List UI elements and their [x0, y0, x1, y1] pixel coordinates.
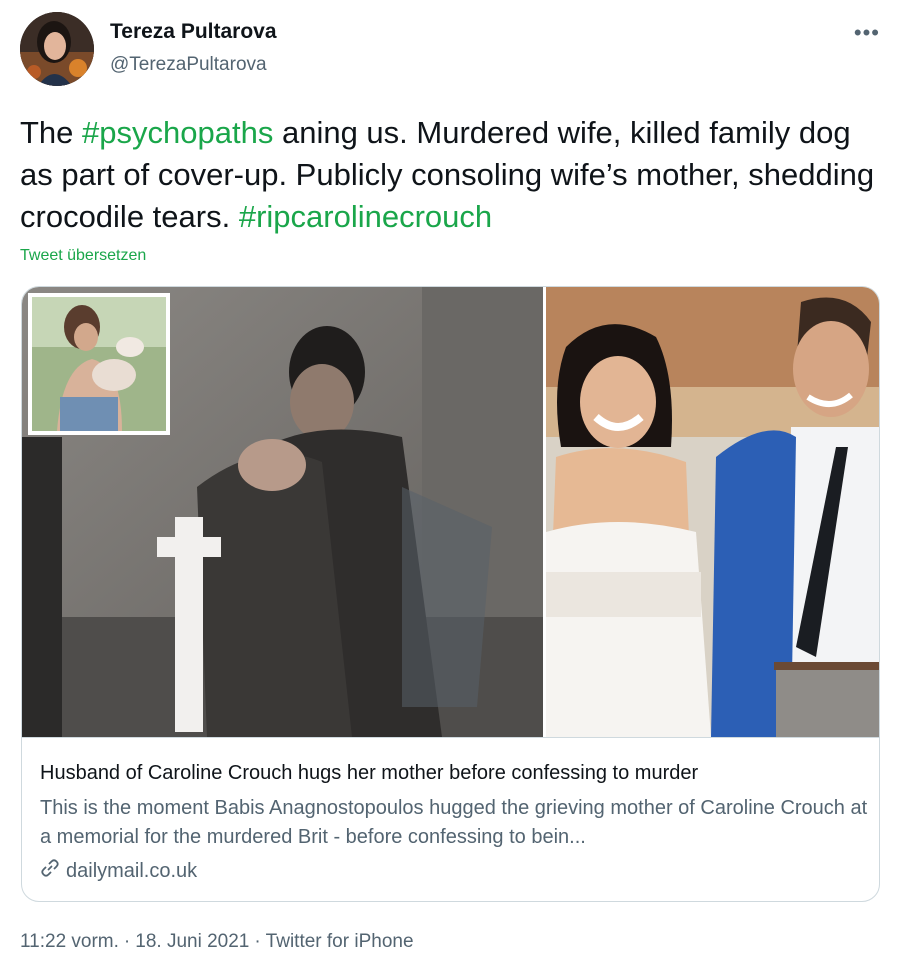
more-icon[interactable]: •••: [854, 20, 880, 46]
tweet-source[interactable]: Twitter for iPhone: [266, 931, 414, 952]
link-card-body[interactable]: Husband of Caroline Crouch hugs her moth…: [22, 737, 879, 901]
link-card-description[interactable]: This is the moment Babis Anagnostopoulos…: [40, 794, 870, 852]
meta-separator: ·: [123, 931, 131, 952]
link-card-image[interactable]: [22, 287, 879, 737]
translate-tweet-link[interactable]: Tweet übersetzen: [20, 247, 146, 265]
tweet-text-part: The: [20, 115, 83, 150]
memorial-hug-photo: [22, 287, 543, 737]
link-card[interactable]: Husband of Caroline Crouch hugs her moth…: [21, 286, 880, 902]
tweet-text: The #psychopaths aning us. Murdered wife…: [20, 112, 880, 238]
hashtag-link[interactable]: #ripcarolinecrouch: [239, 199, 492, 234]
tweet-time[interactable]: 11:22 vorm.: [20, 931, 119, 952]
link-card-domain-text: dailymail.co.uk: [66, 859, 198, 882]
link-card-domain[interactable]: dailymail.co.uk: [40, 858, 197, 884]
link-card-title[interactable]: Husband of Caroline Crouch hugs her moth…: [40, 762, 698, 785]
author-name[interactable]: Tereza Pultarova: [110, 20, 277, 44]
meta-separator: ·: [254, 931, 261, 952]
avatar[interactable]: [20, 12, 94, 86]
author-handle[interactable]: @TerezaPultarova: [110, 54, 267, 76]
tweet-date[interactable]: 18. Juni 2021: [135, 931, 249, 952]
hashtag-link[interactable]: #psychopaths: [82, 115, 273, 150]
tweet-meta: 11:22 vorm. · 18. Juni 2021 · Twitter for iP…: [20, 931, 419, 953]
wedding-photo: [546, 287, 879, 737]
link-icon: [40, 858, 60, 884]
